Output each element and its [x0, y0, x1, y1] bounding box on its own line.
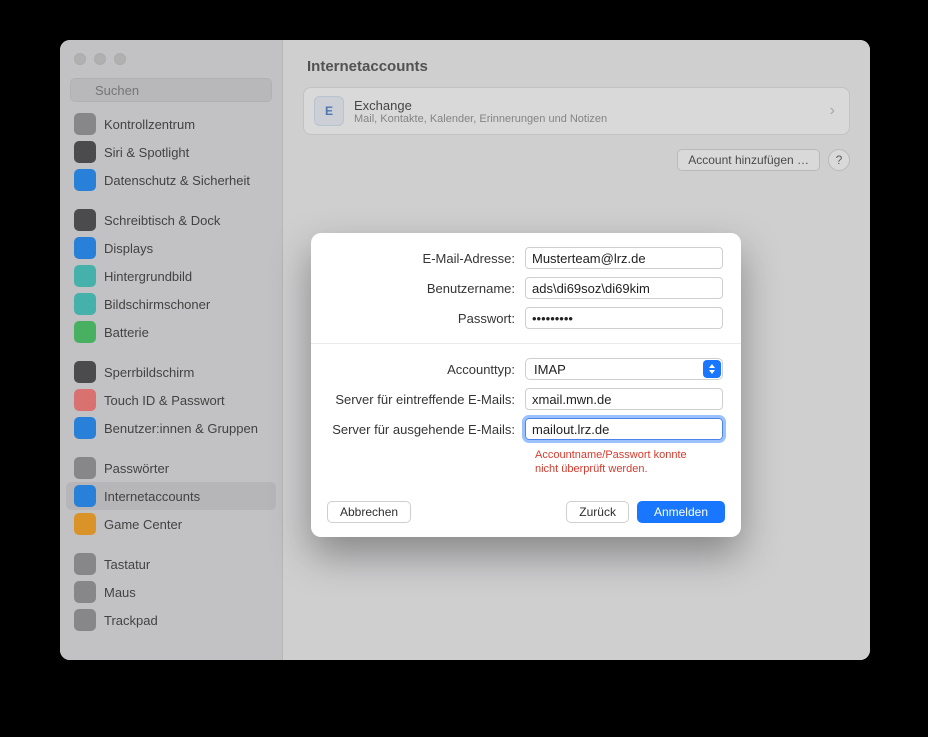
account-card-exchange[interactable]: E Exchange Mail, Kontakte, Kalender, Eri…: [303, 87, 850, 135]
sidebar-item-label: Trackpad: [104, 613, 158, 628]
sidebar-item-label: Batterie: [104, 325, 149, 340]
sidebar-item-label: Datenschutz & Sicherheit: [104, 173, 250, 188]
sidebar-item-icon: [74, 113, 96, 135]
sidebar-item[interactable]: Touch ID & Passwort: [66, 386, 276, 414]
sidebar-item-icon: [74, 321, 96, 343]
zoom-icon[interactable]: [114, 53, 126, 65]
sidebar-item-label: Bildschirmschoner: [104, 297, 210, 312]
sidebar-item-icon: [74, 141, 96, 163]
close-icon[interactable]: [74, 53, 86, 65]
sidebar-item[interactable]: Displays: [66, 234, 276, 262]
sidebar-item-icon: [74, 293, 96, 315]
chevron-right-icon: ›: [830, 102, 839, 120]
sidebar-item[interactable]: Passwörter: [66, 454, 276, 482]
incoming-server-field[interactable]: [525, 388, 723, 410]
sidebar-item-label: Kontrollzentrum: [104, 117, 195, 132]
sidebar-item-icon: [74, 361, 96, 383]
incoming-server-label: Server für eintreffende E-Mails:: [329, 392, 525, 407]
sidebar: Kontrollzentrum Siri & Spotlight Datenschu…: [60, 40, 283, 660]
sidebar-item-icon: [74, 553, 96, 575]
account-type-select[interactable]: IMAP: [525, 358, 723, 380]
sidebar-item[interactable]: Datenschutz & Sicherheit: [66, 166, 276, 194]
outgoing-server-field[interactable]: [525, 418, 723, 440]
sidebar-item-label: Touch ID & Passwort: [104, 393, 225, 408]
username-label: Benutzername:: [329, 281, 525, 296]
sidebar-item-icon: [74, 581, 96, 603]
username-field[interactable]: [525, 277, 723, 299]
sidebar-item[interactable]: Hintergrundbild: [66, 262, 276, 290]
sidebar-item-label: Game Center: [104, 517, 182, 532]
sidebar-item-label: Passwörter: [104, 461, 169, 476]
sidebar-item[interactable]: Bildschirmschoner: [66, 290, 276, 318]
sidebar-item-label: Internetaccounts: [104, 489, 200, 504]
sidebar-item-icon: [74, 417, 96, 439]
sidebar-item-icon: [74, 209, 96, 231]
account-card-subtitle: Mail, Kontakte, Kalender, Erinnerungen u…: [354, 113, 820, 125]
sidebar-list: Kontrollzentrum Siri & Spotlight Datenschu…: [60, 110, 282, 660]
sidebar-item-label: Maus: [104, 585, 136, 600]
sidebar-item-icon: [74, 457, 96, 479]
sidebar-item-label: Tastatur: [104, 557, 150, 572]
add-account-dialog: E-Mail-Adresse: Benutzername: Passwort: …: [311, 233, 741, 537]
account-type-value: IMAP: [534, 362, 566, 377]
help-button[interactable]: ?: [828, 149, 850, 171]
window-titlebar: [60, 40, 282, 78]
email-field[interactable]: [525, 247, 723, 269]
sidebar-item[interactable]: Maus: [66, 578, 276, 606]
email-label: E-Mail-Adresse:: [329, 251, 525, 266]
sidebar-item-icon: [74, 485, 96, 507]
sidebar-item[interactable]: Internetaccounts: [66, 482, 276, 510]
sidebar-item-label: Schreibtisch & Dock: [104, 213, 220, 228]
sidebar-item[interactable]: Benutzer:innen & Gruppen: [66, 414, 276, 442]
sidebar-item[interactable]: Kontrollzentrum: [66, 110, 276, 138]
sidebar-item-label: Displays: [104, 241, 153, 256]
account-type-label: Accounttyp:: [329, 362, 525, 377]
account-card-title: Exchange: [354, 98, 820, 113]
sidebar-item[interactable]: Trackpad: [66, 606, 276, 634]
sidebar-item-label: Sperrbildschirm: [104, 365, 194, 380]
password-label: Passwort:: [329, 311, 525, 326]
sidebar-item-label: Hintergrundbild: [104, 269, 192, 284]
sidebar-item-icon: [74, 609, 96, 631]
sidebar-item-label: Siri & Spotlight: [104, 145, 189, 160]
signin-button[interactable]: Anmelden: [637, 501, 725, 523]
sidebar-item-icon: [74, 389, 96, 411]
settings-window: Kontrollzentrum Siri & Spotlight Datenschu…: [60, 40, 870, 660]
sidebar-item[interactable]: Batterie: [66, 318, 276, 346]
password-field[interactable]: [525, 307, 723, 329]
search-input[interactable]: [70, 78, 272, 102]
page-title: Internetaccounts: [283, 40, 870, 87]
sidebar-item-icon: [74, 169, 96, 191]
sidebar-item-icon: [74, 513, 96, 535]
sidebar-item[interactable]: Schreibtisch & Dock: [66, 206, 276, 234]
sidebar-item-icon: [74, 237, 96, 259]
select-stepper-icon: [703, 360, 721, 378]
sidebar-item-icon: [74, 265, 96, 287]
sidebar-item[interactable]: Tastatur: [66, 550, 276, 578]
cancel-button[interactable]: Abbrechen: [327, 501, 411, 523]
outgoing-server-label: Server für ausgehende E-Mails:: [329, 422, 525, 437]
sidebar-item[interactable]: Siri & Spotlight: [66, 138, 276, 166]
error-message: Accountname/Passwort konnte nicht überpr…: [535, 448, 705, 477]
sidebar-item[interactable]: Sperrbildschirm: [66, 358, 276, 386]
exchange-icon: E: [314, 96, 344, 126]
sidebar-item-label: Benutzer:innen & Gruppen: [104, 421, 258, 436]
sidebar-item[interactable]: Game Center: [66, 510, 276, 538]
minimize-icon[interactable]: [94, 53, 106, 65]
add-account-button[interactable]: Account hinzufügen …: [677, 149, 820, 171]
back-button[interactable]: Zurück: [566, 501, 629, 523]
